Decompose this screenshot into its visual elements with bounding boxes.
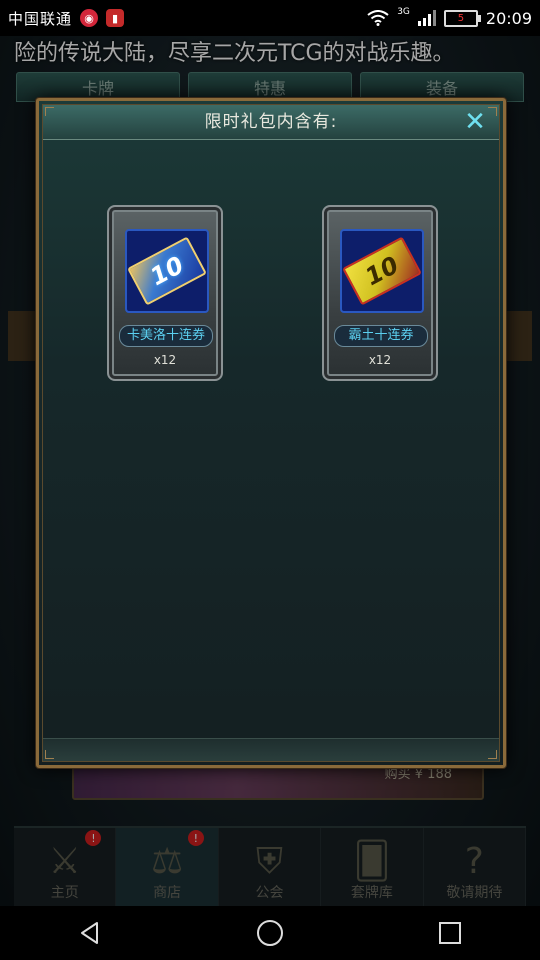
back-button[interactable]	[70, 913, 110, 953]
item-name: 卡美洛十连券	[119, 325, 213, 347]
battery-level: 5	[457, 12, 465, 24]
gift-item-card[interactable]: 10 卡美洛十连券 x12	[107, 205, 223, 381]
corner-ornament	[45, 107, 54, 116]
recents-button[interactable]	[430, 913, 470, 953]
status-clock: 20:09	[485, 8, 532, 28]
ticket-blue-icon: 10	[125, 229, 209, 313]
ticket-gold-icon: 10	[340, 229, 424, 313]
status-right: 3G 5 20:09	[367, 0, 532, 36]
ticket-number: 10	[127, 236, 207, 306]
carrier-name: 中国联通	[8, 9, 73, 28]
system-nav-bar	[0, 906, 540, 960]
wifi-icon	[367, 10, 389, 26]
item-count: x12	[153, 353, 177, 367]
corner-ornament	[488, 750, 497, 759]
home-circle-icon	[257, 920, 283, 946]
gift-pack-contents-dialog: 限时礼包内含有: ✕ 10 卡美洛十连券 x12 10 霸土十连券 x12	[36, 98, 506, 768]
dialog-inner-frame: 限时礼包内含有: ✕ 10 卡美洛十连券 x12 10 霸土十连券 x12	[42, 104, 500, 762]
signal-icon	[417, 10, 436, 26]
status-bar: 中国联通 ◉ ▮ 3G 5 20:09	[0, 0, 540, 36]
home-button[interactable]	[250, 913, 290, 953]
item-name: 霸土十连券	[334, 325, 428, 347]
notification-app-icon-2: ▮	[106, 9, 125, 27]
battery-icon: 5	[443, 9, 481, 27]
back-triangle-icon	[81, 922, 98, 944]
corner-ornament	[488, 107, 497, 116]
dialog-header: 限时礼包内含有: ✕	[43, 105, 499, 140]
corner-ornament	[45, 750, 54, 759]
notification-app-icon: ◉	[80, 9, 99, 27]
item-count: x12	[368, 353, 392, 367]
network-type: 3G	[397, 7, 410, 17]
close-button[interactable]: ✕	[461, 108, 489, 136]
dialog-title: 限时礼包内含有:	[204, 112, 338, 132]
recents-square-icon	[439, 922, 461, 944]
close-icon: ✕	[464, 107, 486, 137]
dialog-footer-bar	[43, 738, 499, 761]
ticket-number: 10	[342, 236, 422, 306]
gift-item-card[interactable]: 10 霸土十连券 x12	[322, 205, 438, 381]
